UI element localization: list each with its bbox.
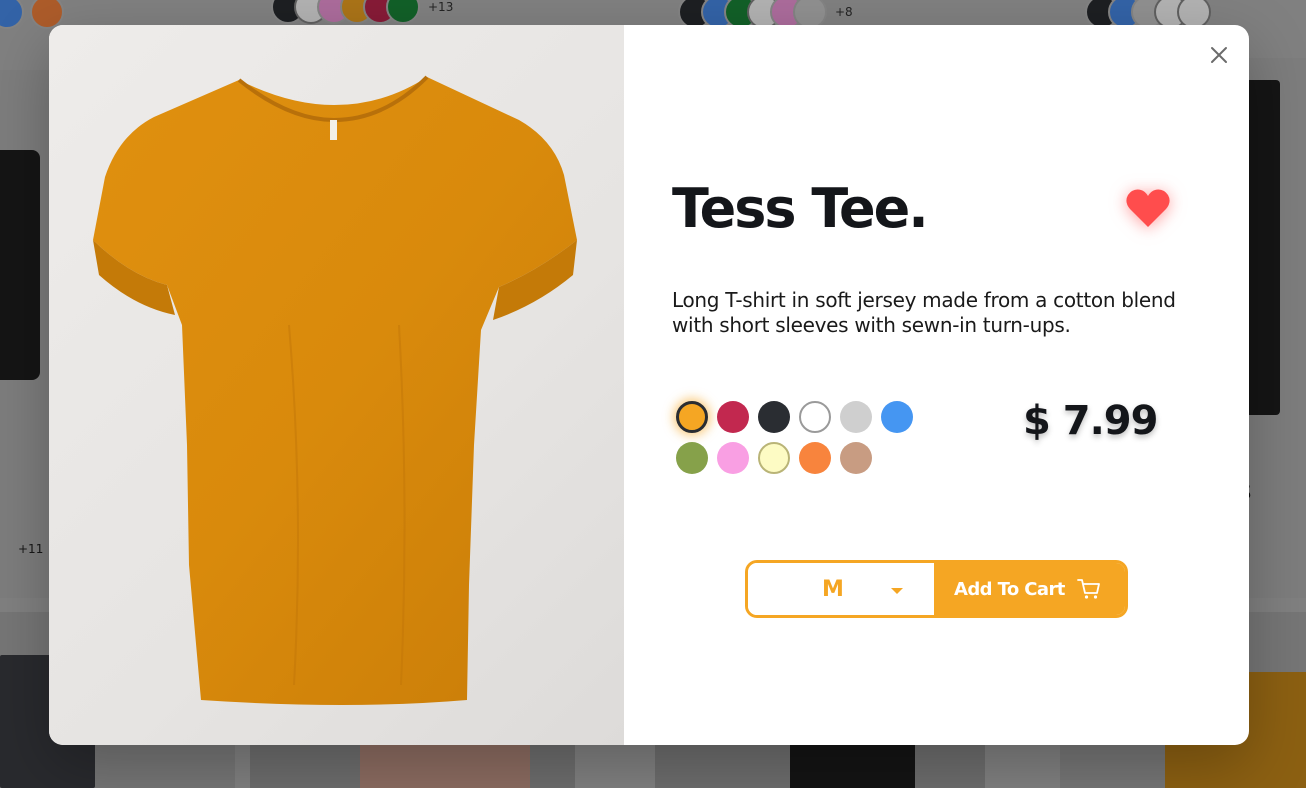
product-description: Long T-shirt in soft jersey made from a … [672,288,1176,337]
color-swatch[interactable] [881,401,913,433]
purchase-controls: M Add To Cart [745,560,1128,618]
color-swatch[interactable] [799,401,831,433]
product-price: $ 7.99 [1023,398,1158,444]
color-swatch[interactable] [758,401,790,433]
product-quickview-modal: Tess Tee. Long T-shirt in soft jersey ma… [49,25,1249,745]
add-to-cart-button[interactable]: Add To Cart [934,563,1125,615]
color-swatch[interactable] [717,401,749,433]
product-image [49,25,624,745]
chevron-down-icon [891,588,903,594]
color-swatch[interactable] [840,442,872,474]
color-swatch[interactable] [676,401,708,433]
add-to-cart-label: Add To Cart [954,578,1065,600]
color-swatch[interactable] [717,442,749,474]
tshirt-image [93,75,577,705]
close-button[interactable] [1207,43,1231,67]
favorite-button[interactable] [1124,187,1172,231]
color-swatch[interactable] [758,442,790,474]
color-swatches [676,401,926,474]
size-value: M [822,576,844,602]
product-title: Tess Tee. [672,177,929,240]
size-select[interactable]: M [748,563,934,615]
cart-icon [1076,579,1100,599]
color-swatch[interactable] [840,401,872,433]
color-swatch[interactable] [799,442,831,474]
color-swatch[interactable] [676,442,708,474]
heart-icon [1126,189,1170,227]
close-icon [1211,47,1227,63]
product-details: Tess Tee. Long T-shirt in soft jersey ma… [624,25,1249,745]
